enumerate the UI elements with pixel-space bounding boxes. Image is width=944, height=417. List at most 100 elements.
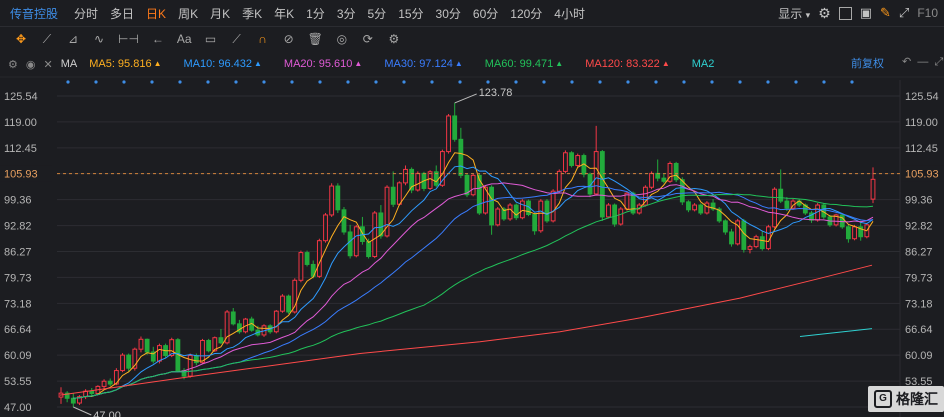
expand-icon[interactable]: ⤢: [934, 56, 943, 68]
event-marker: [262, 80, 266, 84]
candle-body: [427, 171, 433, 189]
candle-body: [870, 178, 876, 200]
event-marker: [150, 80, 154, 84]
minus-icon[interactable]: —: [917, 56, 928, 68]
low-annotation-label: 47.00: [93, 410, 121, 417]
event-marker: [822, 80, 826, 84]
event-marker: [682, 80, 686, 84]
event-marker: [402, 80, 406, 84]
candle-body: [784, 200, 790, 209]
y-tick-label-right: 119.00: [905, 117, 938, 129]
y-tick-label-left: 119.00: [4, 117, 37, 129]
ma-value: MA5: 95.816 ▲: [89, 58, 161, 70]
chart-tool-icons: ↶ — ⤢: [902, 55, 943, 69]
event-marker: [542, 80, 546, 84]
current-price-tag-right: 105.93: [905, 169, 939, 181]
ma-trend-icon: ▲: [153, 59, 162, 68]
event-marker: [654, 80, 658, 84]
candle-body: [107, 380, 113, 385]
candle-body: [157, 345, 162, 362]
ma-visibility-icon[interactable]: ◉: [26, 58, 36, 71]
event-marker: [458, 80, 462, 84]
candle-body: [341, 209, 347, 233]
candle-body: [372, 212, 378, 258]
candle-body: [193, 355, 199, 364]
event-marker: [794, 80, 798, 84]
ma-value: MA30: 97.124 ▲: [384, 58, 462, 70]
candle-body: [335, 185, 341, 211]
candle-body: [606, 204, 611, 218]
event-marker: [598, 80, 602, 84]
candle-body: [593, 151, 599, 195]
event-marker: [374, 80, 378, 84]
candle-body: [556, 170, 562, 192]
y-tick-label-left: 112.45: [4, 143, 37, 155]
candle-body: [298, 252, 304, 281]
candle-body: [452, 115, 458, 140]
y-tick-label-left: 47.00: [4, 402, 32, 414]
ma-legend: ⚙ ◉ ✕ MA MA5: 95.816 ▲ MA10: 96.432 ▲ MA20: …: [0, 55, 900, 73]
ma-value: MA120: 83.322 ▲: [585, 58, 670, 70]
ma-settings-icon[interactable]: ⚙: [8, 58, 18, 71]
y-tick-label-left: 92.82: [4, 221, 32, 233]
y-tick-label-right: 86.27: [905, 247, 933, 259]
candle-body: [218, 337, 224, 344]
candle-body: [89, 390, 95, 395]
ma-value: MA20: 95.610 ▲: [284, 58, 362, 70]
candle-body: [70, 397, 76, 404]
candle-body: [532, 214, 538, 232]
event-marker: [318, 80, 322, 84]
ma-trend-icon: ▲: [254, 59, 262, 68]
event-marker: [486, 80, 490, 84]
ma-value: MA10: 96.432 ▲: [184, 58, 262, 70]
candle-body: [396, 182, 402, 205]
y-tick-label-left: 60.09: [4, 350, 32, 362]
candle-body: [686, 201, 691, 211]
ma20-line: [73, 182, 874, 399]
candle-body: [612, 204, 618, 225]
ma-value-label: MA2: [691, 58, 715, 70]
ma-trend-icon: ▲: [661, 59, 670, 68]
event-marker: [626, 80, 630, 84]
candle-body: [544, 200, 550, 222]
candle-body: [661, 177, 667, 182]
y-tick-label-right: 125.54: [905, 91, 939, 103]
ma-value-label: MA10: 96.432: [183, 58, 253, 70]
ma-trend-icon: ▲: [354, 59, 363, 68]
y-tick-label-left: 79.73: [4, 272, 32, 284]
candle-body: [507, 204, 513, 220]
ma-value-label: MA60: 99.471: [484, 58, 554, 70]
candle-body: [120, 354, 125, 372]
ma-trend-icon: ▲: [555, 59, 564, 68]
event-marker: [122, 80, 126, 84]
ma-close-icon[interactable]: ✕: [43, 58, 52, 71]
adjust-mode-button[interactable]: 前复权: [851, 55, 884, 71]
y-tick-label-right: 66.64: [905, 324, 933, 336]
candle-body: [692, 204, 698, 211]
low-annotation-leader: [73, 406, 92, 416]
candle-body: [563, 152, 568, 172]
candle-body: [569, 152, 574, 166]
candle-body: [495, 208, 501, 226]
candle-body: [698, 204, 704, 214]
ma-trend-icon: ▲: [454, 59, 463, 68]
candle-body: [673, 162, 679, 181]
event-marker: [710, 80, 714, 84]
candle-body: [599, 151, 605, 218]
candle-body: [323, 214, 328, 242]
candle-body: [722, 220, 728, 233]
ma250-line: [799, 328, 873, 337]
watermark-logo: G 格隆汇: [868, 386, 944, 412]
event-marker: [206, 80, 210, 84]
undo-icon[interactable]: ↶: [902, 56, 911, 68]
ma30-line: [73, 185, 874, 399]
event-marker: [738, 80, 742, 84]
event-marker: [290, 80, 294, 84]
candle-body: [286, 295, 292, 313]
ma-value: MA2: [692, 58, 715, 70]
candle-body: [206, 339, 212, 352]
candle-body: [489, 186, 495, 226]
watermark-g-icon: G: [874, 390, 892, 408]
ma-value-label: MA5: 95.816: [89, 58, 152, 70]
candle-body: [280, 295, 285, 312]
